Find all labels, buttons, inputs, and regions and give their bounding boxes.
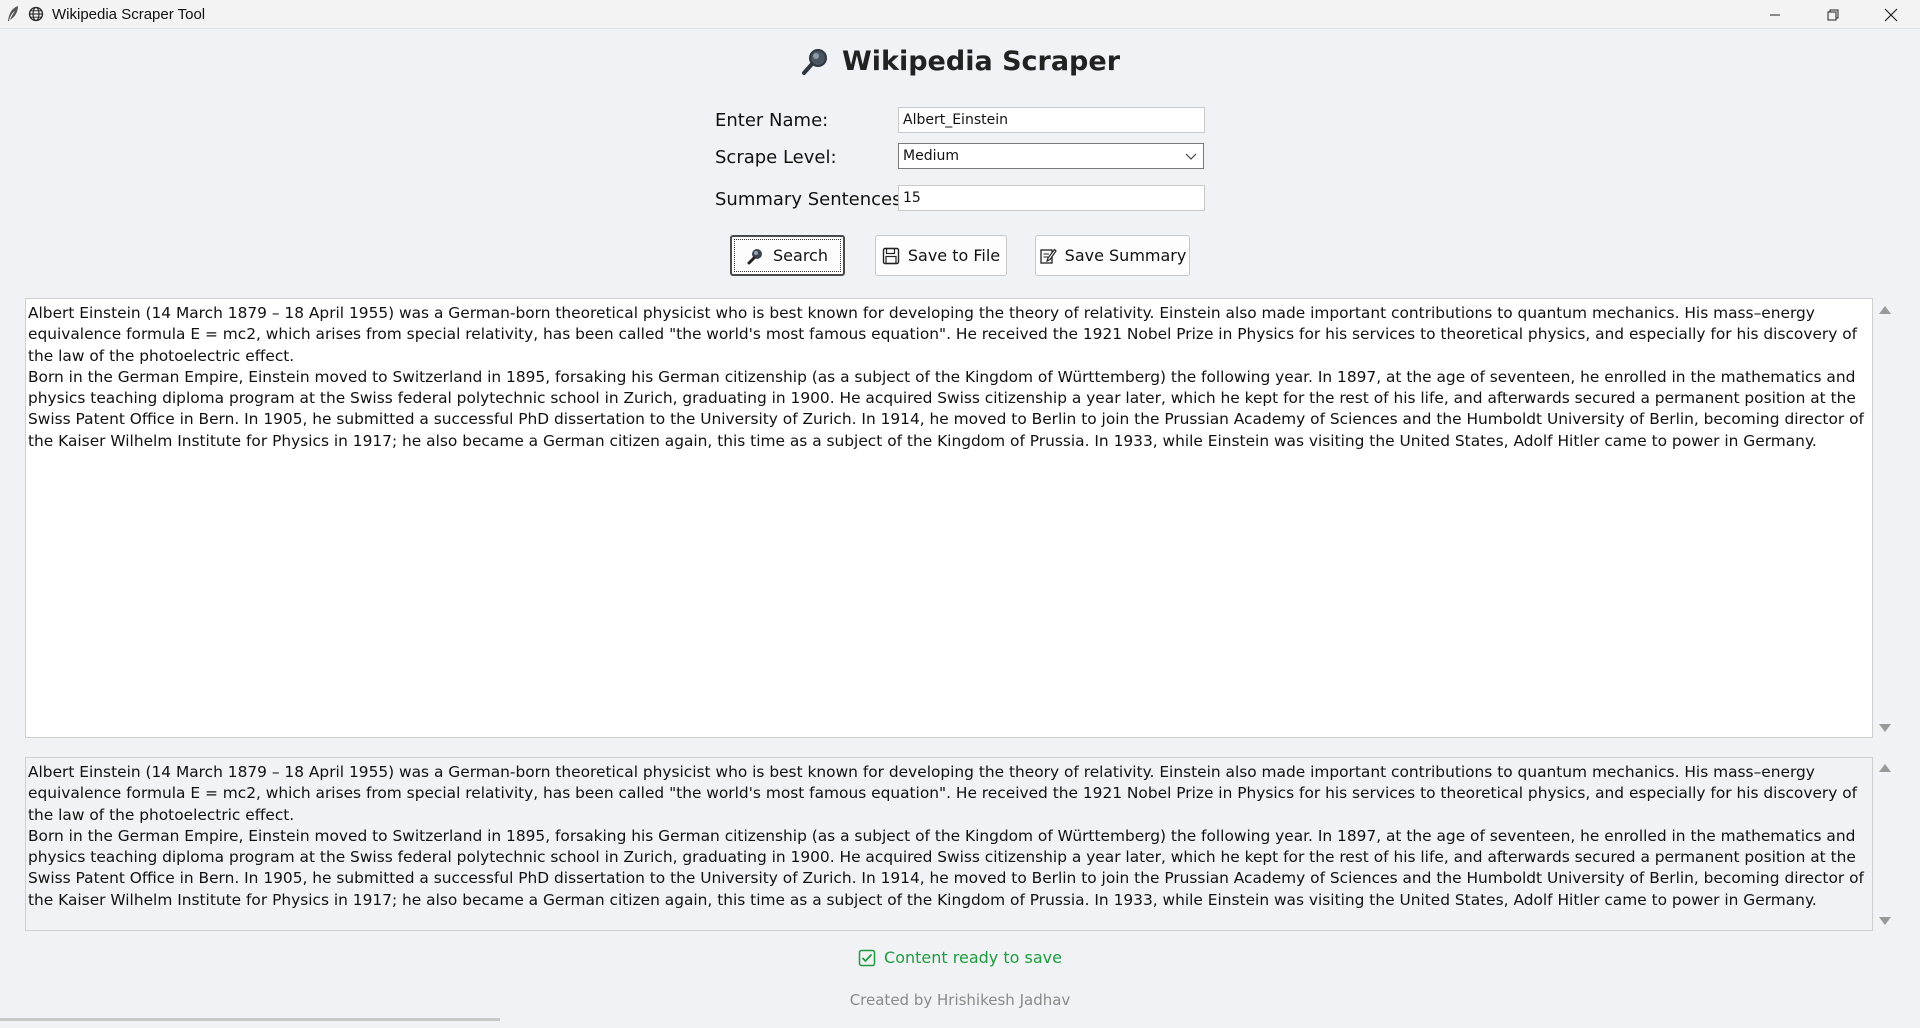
minimize-button[interactable] bbox=[1746, 0, 1804, 29]
search-icon bbox=[747, 248, 763, 264]
window-titlebar: Wikipedia Scraper Tool bbox=[0, 0, 1920, 29]
sentences-input[interactable]: 15 bbox=[898, 185, 1205, 211]
floppy-disk-icon bbox=[882, 247, 900, 264]
summary-paragraph-1: Albert Einstein (14 March 1879 – 18 Apri… bbox=[28, 763, 1858, 824]
close-button[interactable] bbox=[1862, 0, 1920, 29]
status-text: Content ready to save bbox=[884, 948, 1062, 967]
content-textarea[interactable]: Albert Einstein (14 March 1879 – 18 Apri… bbox=[25, 298, 1873, 738]
edit-document-icon bbox=[1040, 248, 1057, 264]
name-label: Enter Name: bbox=[715, 110, 829, 131]
window-title: Wikipedia Scraper Tool bbox=[52, 5, 206, 23]
level-select-value: Medium bbox=[903, 148, 959, 164]
content-paragraph-1: Albert Einstein (14 March 1879 – 18 Apri… bbox=[28, 304, 1858, 365]
save-summary-button[interactable]: Save Summary bbox=[1035, 235, 1190, 276]
globe-icon bbox=[28, 6, 44, 22]
save-to-file-label: Save to File bbox=[907, 246, 1001, 265]
close-icon bbox=[1884, 8, 1898, 21]
feather-icon bbox=[6, 5, 20, 23]
footer-credit: Created by Hrishikesh Jadhav bbox=[849, 991, 1071, 1009]
summary-scroll-up-arrow-icon[interactable] bbox=[1878, 763, 1892, 773]
summary-scroll-down-arrow-icon[interactable] bbox=[1878, 916, 1892, 926]
search-button-label: Search bbox=[773, 246, 828, 265]
content-paragraph-2: Born in the German Empire, Einstein move… bbox=[28, 367, 1864, 450]
level-label: Scrape Level: bbox=[715, 147, 837, 168]
restore-icon bbox=[1827, 9, 1839, 20]
progress-line bbox=[0, 1018, 500, 1021]
status-message: Content ready to save bbox=[0, 948, 1920, 967]
summary-paragraph-2: Born in the German Empire, Einstein move… bbox=[28, 826, 1864, 909]
sentences-label: Summary Sentences: bbox=[715, 189, 908, 210]
scroll-up-arrow-icon[interactable] bbox=[1878, 305, 1892, 315]
minimize-icon bbox=[1770, 14, 1780, 15]
scroll-down-arrow-icon[interactable] bbox=[1878, 723, 1892, 733]
summary-textarea[interactable]: Albert Einstein (14 March 1879 – 18 Apri… bbox=[25, 757, 1873, 931]
chevron-down-icon bbox=[1185, 153, 1197, 160]
level-select[interactable]: Medium bbox=[898, 143, 1204, 169]
name-input[interactable]: Albert_Einstein bbox=[898, 107, 1205, 133]
magnifier-icon bbox=[800, 47, 830, 77]
checkbox-check-icon bbox=[858, 949, 876, 966]
search-button[interactable]: Search bbox=[730, 235, 845, 276]
save-summary-label: Save Summary bbox=[1064, 246, 1187, 265]
restore-button[interactable] bbox=[1804, 0, 1862, 29]
page-title: Wikipedia Scraper bbox=[841, 46, 1121, 77]
app-header: Wikipedia Scraper bbox=[0, 46, 1920, 77]
save-to-file-button[interactable]: Save to File bbox=[875, 235, 1007, 276]
